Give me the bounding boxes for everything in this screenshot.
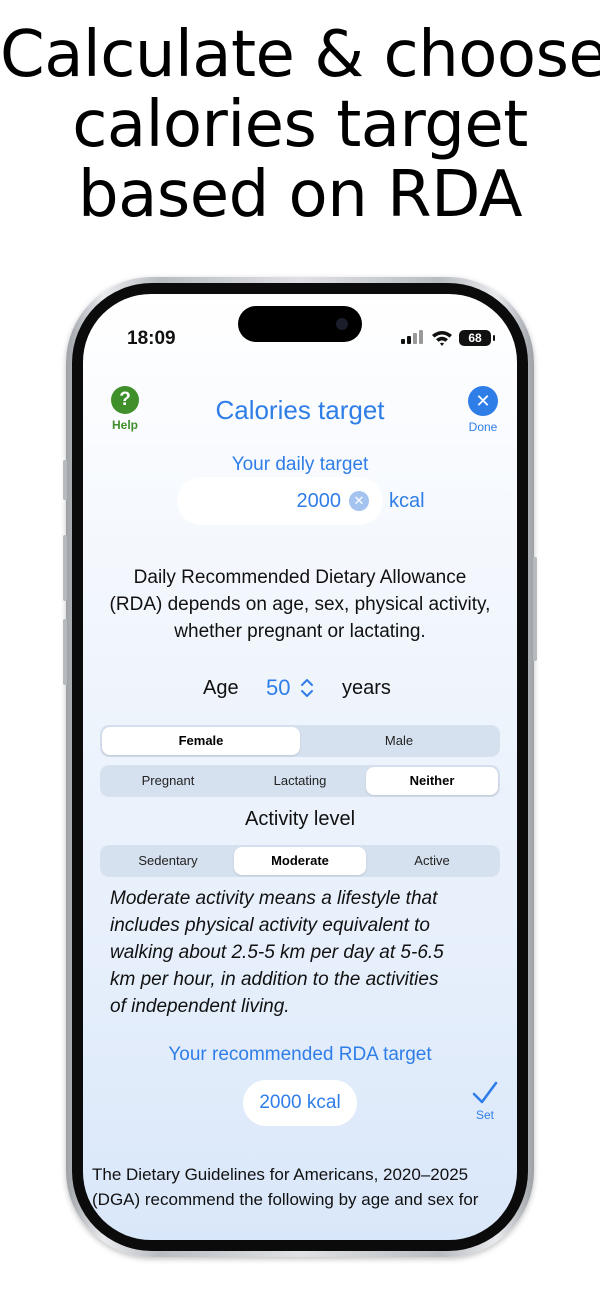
rda-description: Daily Recommended Dietary Allowance (RDA… (83, 564, 517, 645)
recommended-target-value: 2000 kcal (243, 1080, 357, 1126)
headline-line-3: based on RDA (78, 158, 523, 232)
clear-icon[interactable]: ✕ (349, 491, 369, 511)
daily-target-value[interactable]: 2000 (297, 490, 342, 513)
segment-pregnant[interactable]: Pregnant (102, 767, 234, 795)
set-button[interactable]: Set (465, 1080, 505, 1122)
activity-description-line: walking about 2.5-5 km per day at 5-6.5 (110, 942, 444, 963)
daily-target-input[interactable]: 2000 ✕ (177, 477, 383, 525)
activity-segmented-control: Sedentary Moderate Active (100, 845, 500, 877)
segment-lactating[interactable]: Lactating (234, 767, 366, 795)
activity-description: Moderate activity means a lifestyle that… (110, 885, 510, 1020)
segment-female[interactable]: Female (102, 727, 300, 755)
close-icon: ✕ (468, 386, 498, 416)
pregnancy-segmented-control: Pregnant Lactating Neither (100, 765, 500, 797)
segment-active[interactable]: Active (366, 847, 498, 875)
done-button[interactable]: ✕ Done (459, 386, 507, 434)
wifi-icon (432, 331, 452, 346)
recommended-target-label: Your recommended RDA target (168, 1044, 432, 1065)
promo-headline: Calculate & choose calories target based… (0, 20, 600, 230)
segment-neither[interactable]: Neither (366, 767, 498, 795)
dga-text-line: (DGA) recommend the following by age and… (92, 1190, 479, 1209)
age-label: Age (203, 677, 239, 699)
headline-line-1: Calculate & choose (0, 18, 600, 92)
app-screen: 18:09 68 ? Help Calories target ✕ Done Y… (83, 294, 517, 1240)
status-time: 18:09 (127, 328, 176, 349)
sex-segmented-control: Female Male (100, 725, 500, 757)
dynamic-island (238, 306, 362, 342)
age-picker-value[interactable]: 50 (266, 675, 290, 701)
battery-icon: 68 (459, 330, 495, 346)
daily-target-label: Your daily target (231, 454, 369, 475)
checkmark-icon (472, 1081, 498, 1104)
rda-description-line: Daily Recommended Dietary Allowance (133, 567, 467, 588)
page-title: Calories target (215, 395, 385, 425)
done-label: Done (468, 420, 498, 434)
volume-up-button (63, 535, 67, 601)
activity-description-line: Moderate activity means a lifestyle that (110, 888, 438, 909)
rda-description-line: (RDA) depends on age, sex, physical acti… (109, 594, 491, 615)
segment-sedentary[interactable]: Sedentary (102, 847, 234, 875)
daily-target-unit: kcal (389, 490, 425, 512)
power-button (533, 557, 537, 661)
activity-description-line: includes physical activity equivalent to (110, 915, 431, 936)
headline-line-2: calories target (72, 88, 528, 162)
chevron-up-down-icon[interactable] (300, 677, 314, 699)
phone-frame: 18:09 68 ? Help Calories target ✕ Done Y… (63, 277, 537, 1257)
activity-description-line: of independent living. (110, 996, 290, 1017)
activity-level-title: Activity level (244, 808, 356, 830)
set-label: Set (475, 1108, 494, 1122)
segment-male[interactable]: Male (300, 727, 498, 755)
volume-down-button (63, 619, 67, 685)
dga-text: The Dietary Guidelines for Americans, 20… (92, 1162, 512, 1212)
age-row: Age 50 years (83, 675, 517, 703)
activity-description-line: km per hour, in addition to the activiti… (110, 969, 439, 990)
age-unit: years (342, 677, 391, 699)
action-button (63, 460, 67, 500)
rda-description-line: whether pregnant or lactating. (174, 621, 426, 642)
signal-icon (401, 330, 425, 346)
segment-moderate[interactable]: Moderate (234, 847, 366, 875)
dga-text-line: The Dietary Guidelines for Americans, 20… (92, 1165, 469, 1184)
camera-icon (336, 318, 348, 330)
